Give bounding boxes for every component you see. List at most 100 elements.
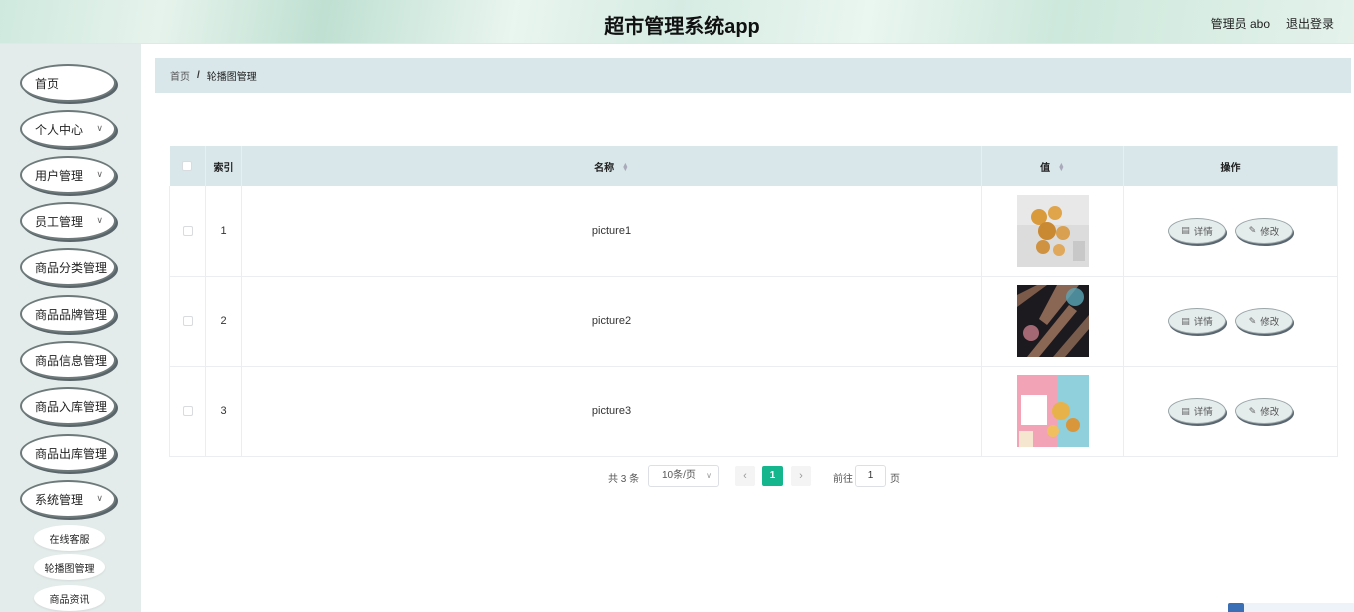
row-name: picture2 bbox=[241, 276, 982, 367]
row-index: 2 bbox=[205, 276, 242, 367]
page-number-current[interactable]: 1 bbox=[762, 466, 783, 486]
sidebar-item-label: 系统管理 bbox=[35, 492, 84, 507]
sidebar-item-label: 商品入库管理 bbox=[35, 399, 108, 414]
table-header-row: 索引 名称 ▲ ▼ 值 ▲ ▼ 操作 bbox=[169, 146, 1338, 186]
document-icon: ▤ bbox=[1181, 405, 1190, 416]
detail-button[interactable]: ▤ 详情 bbox=[1167, 308, 1226, 334]
sidebar-subitem-label: 商品资讯 bbox=[49, 594, 90, 606]
column-header-name[interactable]: 名称 ▲ ▼ bbox=[241, 146, 982, 186]
sidebar-item-label: 商品出库管理 bbox=[35, 446, 108, 461]
sidebar-item-user-management[interactable]: 用户管理 ∨ bbox=[20, 156, 116, 194]
current-user-label: 管理员 abo bbox=[1210, 17, 1270, 31]
row-checkbox[interactable] bbox=[182, 406, 193, 417]
column-header-index: 索引 bbox=[205, 146, 242, 186]
row-index: 3 bbox=[205, 366, 242, 457]
chevron-right-icon: › bbox=[799, 470, 803, 482]
document-icon: ▤ bbox=[1181, 315, 1190, 326]
carousel-table: 索引 名称 ▲ ▼ 值 ▲ ▼ 操作 1 picture1 ▤ 详情 ✎ 修改 … bbox=[169, 146, 1338, 457]
chevron-down-icon: ∨ bbox=[96, 169, 103, 179]
pink-food-image bbox=[1016, 375, 1089, 447]
page-size-value: 10条/页 bbox=[662, 470, 696, 481]
row-actions: ▤ 详情 ✎ 修改 bbox=[1123, 276, 1338, 367]
row-value-cell bbox=[981, 276, 1124, 367]
prev-page-button[interactable]: ‹ bbox=[735, 466, 755, 486]
select-all-checkbox[interactable] bbox=[182, 160, 193, 171]
breadcrumb: 首页 / 轮播图管理 bbox=[155, 58, 1351, 93]
row-checkbox[interactable] bbox=[182, 316, 193, 327]
row-value-cell bbox=[981, 366, 1124, 457]
next-page-button[interactable]: › bbox=[791, 466, 811, 486]
table-row: 1 picture1 ▤ 详情 ✎ 修改 bbox=[169, 186, 1338, 277]
page-unit-label: 页 bbox=[890, 474, 900, 485]
widget-icon bbox=[1228, 603, 1244, 612]
edit-button-label: 修改 bbox=[1260, 317, 1280, 328]
breadcrumb-home[interactable]: 首页 bbox=[170, 68, 190, 83]
edit-button-label: 修改 bbox=[1260, 407, 1280, 418]
column-header-label: 名称 bbox=[594, 162, 615, 174]
sort-icon[interactable]: ▲ ▼ bbox=[622, 162, 629, 173]
detail-button[interactable]: ▤ 详情 bbox=[1167, 398, 1226, 424]
chevron-left-icon: ‹ bbox=[743, 470, 747, 482]
detail-button-label: 详情 bbox=[1193, 407, 1213, 418]
sidebar-item-label: 首页 bbox=[35, 76, 60, 91]
sidebar-subitem-online-service[interactable]: 在线客服 bbox=[34, 525, 105, 551]
page-size-select[interactable]: 10条/页 ∨ bbox=[648, 465, 719, 487]
chevron-down-icon: ∨ bbox=[96, 215, 103, 225]
row-name: picture1 bbox=[241, 186, 982, 277]
select-all-cell bbox=[169, 146, 206, 186]
goto-page-input[interactable]: 1 bbox=[855, 465, 886, 487]
table-row: 3 picture3 ▤ 详情 ✎ 修改 bbox=[169, 366, 1338, 457]
edit-button[interactable]: ✎ 修改 bbox=[1235, 398, 1294, 424]
sidebar-item-label: 商品品牌管理 bbox=[35, 307, 108, 322]
top-header: 超市管理系统app 管理员 abo 退出登录 bbox=[0, 0, 1354, 44]
document-icon: ▤ bbox=[1181, 225, 1190, 236]
sidebar-item-stock-in-management[interactable]: 商品入库管理 bbox=[20, 387, 116, 425]
pagination: 共 3 条 10条/页 ∨ ‹ 1 › 前往 1 页 bbox=[0, 465, 1354, 487]
sort-icon[interactable]: ▲ ▼ bbox=[1058, 162, 1065, 173]
sidebar-subitem-carousel-management[interactable]: 轮播图管理 bbox=[34, 554, 105, 580]
goto-label: 前往 bbox=[833, 474, 853, 485]
column-header-label: 值 bbox=[1040, 162, 1051, 174]
edit-button[interactable]: ✎ 修改 bbox=[1235, 308, 1294, 334]
sidebar-item-staff-management[interactable]: 员工管理 ∨ bbox=[20, 202, 116, 240]
row-select-cell bbox=[169, 366, 206, 457]
sidebar-item-home[interactable]: 首页 bbox=[20, 64, 116, 102]
sidebar-item-label: 个人中心 bbox=[35, 122, 84, 137]
detail-button-label: 详情 bbox=[1193, 226, 1213, 238]
floating-widget[interactable] bbox=[1228, 603, 1354, 612]
sidebar-item-personal-center[interactable]: 个人中心 ∨ bbox=[20, 110, 116, 148]
column-header-value[interactable]: 值 ▲ ▼ bbox=[981, 146, 1124, 186]
row-name: picture3 bbox=[241, 366, 982, 457]
sidebar-item-label: 商品分类管理 bbox=[35, 260, 108, 275]
edit-button-label: 修改 bbox=[1260, 226, 1280, 238]
row-checkbox[interactable] bbox=[182, 225, 193, 236]
detail-button[interactable]: ▤ 详情 bbox=[1167, 217, 1226, 244]
app-title: 超市管理系统app bbox=[604, 16, 760, 38]
row-select-cell bbox=[169, 276, 206, 367]
sidebar-subitem-product-news[interactable]: 商品资讯 bbox=[34, 585, 105, 611]
row-value-cell bbox=[981, 186, 1124, 277]
pastry-image bbox=[1016, 194, 1089, 267]
pagination-total: 共 3 条 bbox=[608, 474, 640, 485]
row-actions: ▤ 详情 ✎ 修改 bbox=[1123, 366, 1338, 457]
row-index: 1 bbox=[205, 186, 242, 277]
sidebar-item-category-management[interactable]: 商品分类管理 bbox=[20, 248, 116, 286]
chevron-down-icon: ∨ bbox=[96, 123, 103, 133]
sidebar-item-product-info-management[interactable]: 商品信息管理 bbox=[20, 341, 116, 379]
sidebar-subitem-label: 轮播图管理 bbox=[44, 563, 95, 575]
pencil-icon: ✎ bbox=[1248, 225, 1257, 236]
sidebar-item-label: 用户管理 bbox=[35, 168, 84, 183]
edit-button[interactable]: ✎ 修改 bbox=[1235, 217, 1294, 244]
pencil-icon: ✎ bbox=[1248, 315, 1257, 326]
breadcrumb-current: 轮播图管理 bbox=[206, 72, 257, 83]
dark-pattern-image bbox=[1016, 285, 1089, 357]
sidebar: 首页 个人中心 ∨ 用户管理 ∨ 员工管理 ∨ 商品分类管理 商品品牌管理 商品… bbox=[0, 44, 141, 612]
logout-link[interactable]: 退出登录 bbox=[1286, 15, 1334, 32]
breadcrumb-separator: / bbox=[197, 70, 200, 81]
sidebar-item-brand-management[interactable]: 商品品牌管理 bbox=[20, 295, 116, 333]
detail-button-label: 详情 bbox=[1193, 317, 1213, 328]
sidebar-item-label: 商品信息管理 bbox=[35, 353, 108, 368]
column-header-actions: 操作 bbox=[1123, 146, 1338, 186]
pencil-icon: ✎ bbox=[1248, 405, 1257, 416]
sidebar-item-label: 员工管理 bbox=[35, 214, 84, 229]
